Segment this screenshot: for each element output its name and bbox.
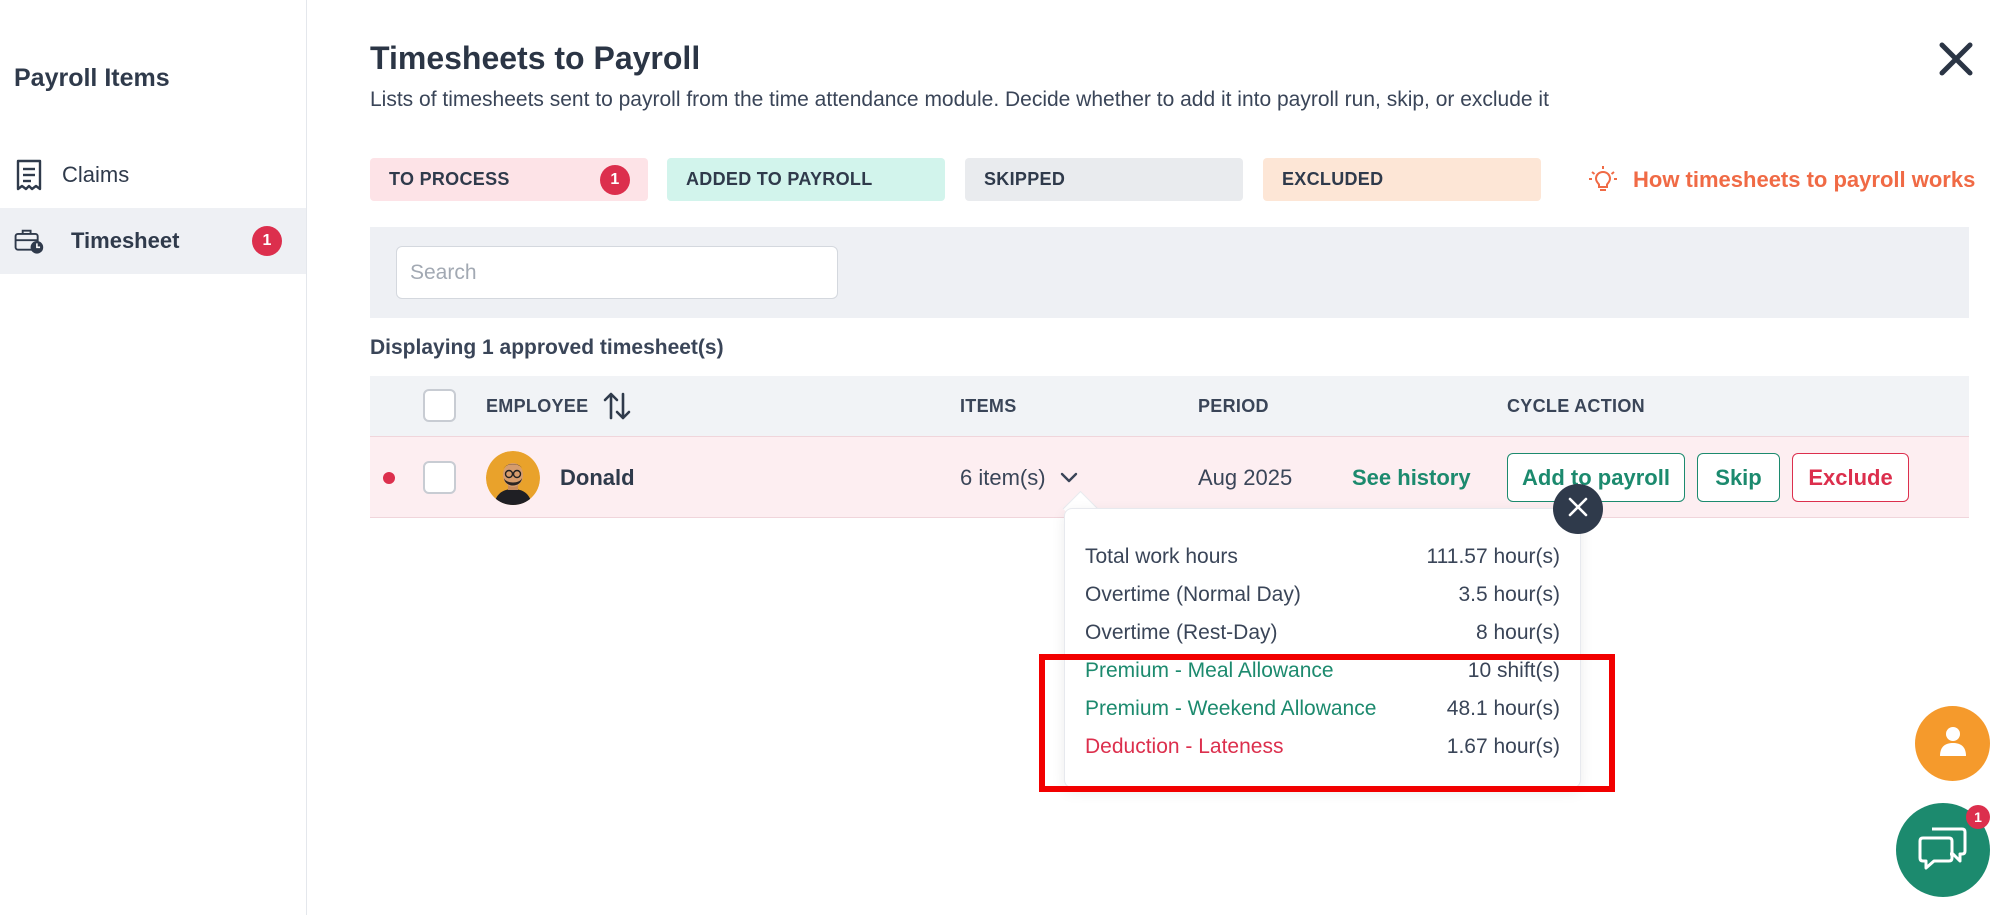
items-count: 6 item(s) [960,465,1046,490]
items-dropdown-toggle[interactable]: 6 item(s) [960,465,1080,491]
table-row: Donald 6 item(s) Aug 2025 See history Ad… [370,436,1969,518]
sidebar-item-timesheet[interactable]: Timesheet 1 [0,208,306,274]
list-item: Premium - Meal Allowance 10 shift(s) [1085,659,1560,689]
tab-skipped[interactable]: SKIPPED [965,158,1243,201]
employee-name: Donald [560,465,635,490]
chevron-down-icon [1058,467,1080,489]
period-value: Aug 2025 [1198,465,1293,490]
list-item: Overtime (Normal Day) 3.5 hour(s) [1085,583,1560,613]
to-process-count-badge: 1 [600,165,630,195]
how-it-works-link[interactable]: How timesheets to payroll works [1588,165,1975,195]
column-items: ITEMS [960,396,1017,416]
popover-close-button[interactable] [1553,484,1603,534]
page-subtitle: Lists of timesheets sent to payroll from… [370,88,1549,111]
lightbulb-icon [1588,165,1618,195]
item-label: Premium - Meal Allowance [1085,659,1334,682]
timesheet-count-badge: 1 [252,226,282,256]
tab-label: TO PROCESS [389,169,510,189]
receipt-icon [14,159,44,191]
search-input[interactable] [396,246,838,299]
select-all-checkbox[interactable] [423,389,456,422]
see-history-link[interactable]: See history [1352,465,1471,491]
user-support-button[interactable] [1915,706,1990,781]
sort-icon[interactable] [602,390,632,422]
chat-button[interactable]: 1 [1896,803,1990,897]
tab-added-to-payroll[interactable]: ADDED TO PAYROLL [667,158,945,201]
chat-notification-badge: 1 [1966,805,1990,829]
list-item: Premium - Weekend Allowance 48.1 hour(s) [1085,697,1560,727]
item-value: 48.1 hour(s) [1446,697,1560,720]
item-value: 3.5 hour(s) [1458,583,1560,606]
tab-to-process[interactable]: TO PROCESS 1 [370,158,648,201]
item-value: 111.57 hour(s) [1426,545,1560,568]
row-checkbox[interactable] [423,461,456,494]
sidebar-item-label: Timesheet [71,228,180,253]
list-item: Deduction - Lateness 1.67 hour(s) [1085,735,1560,765]
list-item: Overtime (Rest-Day) 8 hour(s) [1085,621,1560,651]
chat-icon [1918,825,1968,876]
search-bar [370,227,1969,318]
skip-button[interactable]: Skip [1697,453,1780,502]
item-label: Total work hours [1085,545,1238,568]
tab-label: EXCLUDED [1282,169,1384,189]
avatar [486,451,540,505]
items-popover: Total work hours 111.57 hour(s) Overtime… [1064,508,1581,788]
close-icon [1567,496,1589,523]
results-count-text: Displaying 1 approved timesheet(s) [370,336,724,359]
how-it-works-label: How timesheets to payroll works [1633,167,1976,192]
sidebar-item-label: Claims [62,162,130,187]
page-title: Timesheets to Payroll [370,40,701,76]
item-label: Deduction - Lateness [1085,735,1284,758]
tab-label: SKIPPED [984,169,1066,189]
column-cycle-action: CYCLE ACTION [1507,396,1645,416]
exclude-button[interactable]: Exclude [1792,453,1909,502]
table-header: EMPLOYEE ITEMS PERIOD CYCLE ACTION [370,376,1969,436]
item-value: 8 hour(s) [1475,621,1560,644]
sidebar-title: Payroll Items [14,64,170,92]
person-icon [1936,724,1970,763]
timesheet-briefcase-icon [14,226,44,256]
list-item: Total work hours 111.57 hour(s) [1085,545,1560,575]
sidebar: Payroll Items Claims Timesheet 1 [0,0,307,915]
close-icon[interactable] [1937,40,1975,78]
item-label: Overtime (Normal Day) [1085,583,1301,606]
tab-excluded[interactable]: EXCLUDED [1263,158,1541,201]
item-label: Overtime (Rest-Day) [1085,621,1278,644]
column-employee: EMPLOYEE [486,396,589,416]
tab-label: ADDED TO PAYROLL [686,169,873,189]
unread-dot [383,472,395,484]
item-label: Premium - Weekend Allowance [1085,697,1377,720]
item-value: 1.67 hour(s) [1446,735,1560,758]
item-value: 10 shift(s) [1467,659,1560,682]
column-period: PERIOD [1198,396,1269,416]
sidebar-item-claims[interactable]: Claims [0,142,306,208]
